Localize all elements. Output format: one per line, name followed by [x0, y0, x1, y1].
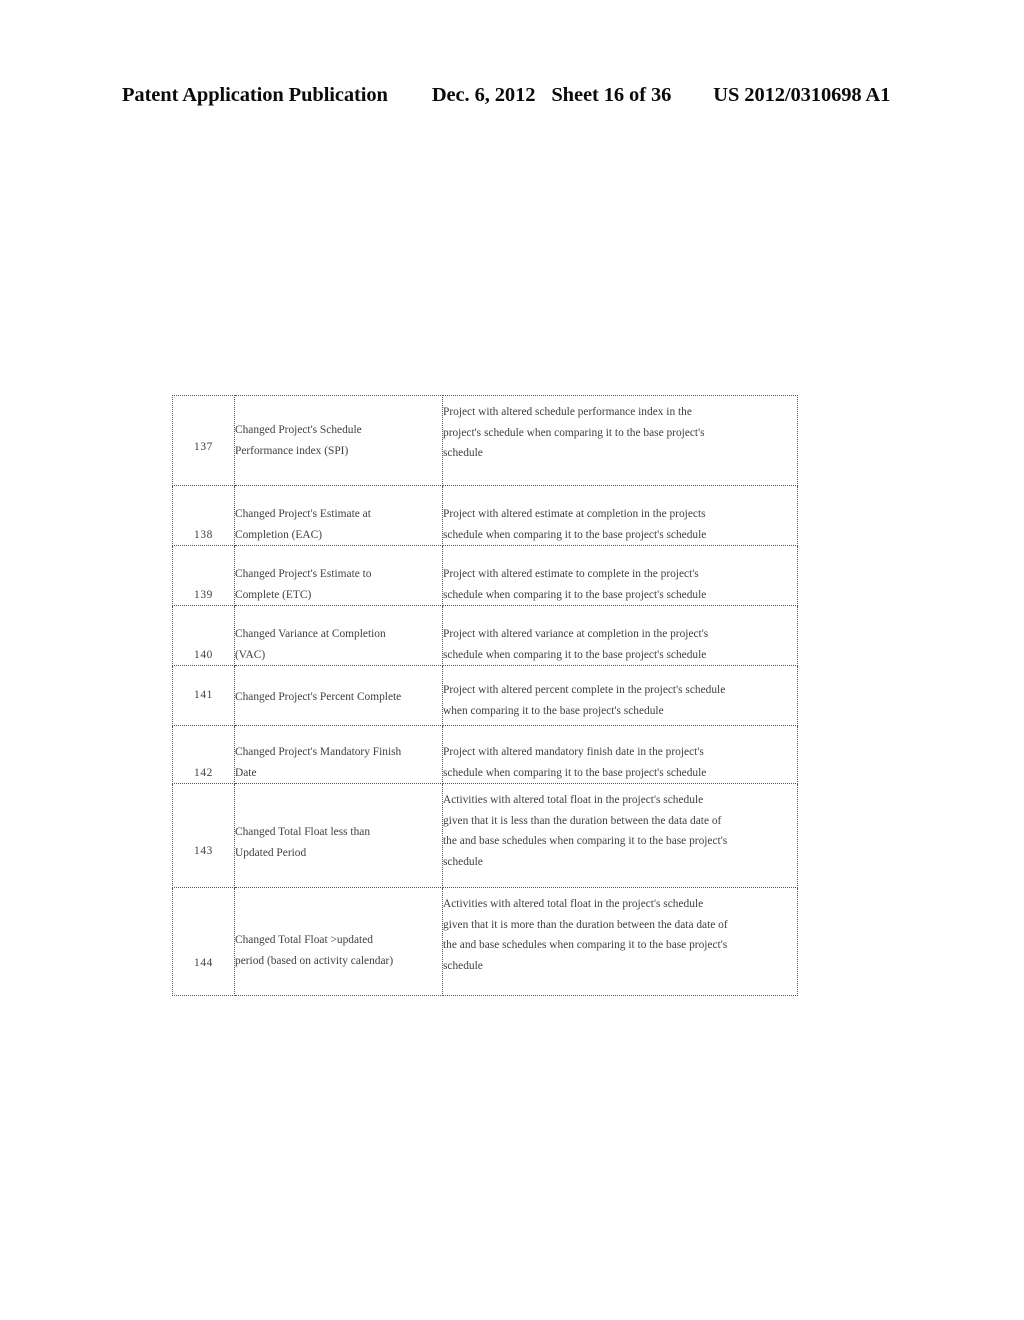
- table-row: 139 Changed Project's Estimate to Comple…: [172, 545, 798, 606]
- row-description-line: given that it is less than the duration …: [443, 814, 722, 827]
- row-name-cell: Changed Project's Percent Complete: [234, 665, 443, 726]
- row-name-line: Performance index (SPI): [235, 444, 349, 457]
- row-description-line: Project with altered variance at complet…: [443, 628, 709, 640]
- row-name-cell: Changed Total Float >updated period (bas…: [234, 887, 443, 996]
- row-name-cell: Changed Total Float less than Updated Pe…: [234, 783, 443, 888]
- table-row: 142 Changed Project's Mandatory Finish D…: [172, 725, 798, 784]
- row-name-cell: Changed Project's Mandatory Finish Date: [234, 725, 443, 784]
- row-number-cell: 142: [172, 725, 235, 784]
- row-description-cell: Project with altered estimate to complet…: [442, 545, 798, 606]
- row-name-line: Changed Project's Percent Complete: [235, 690, 402, 703]
- row-name-line: Changed Project's Estimate to: [235, 568, 372, 580]
- row-name-line: (VAC): [235, 648, 266, 661]
- row-description-line: schedule when comparing it to the base p…: [443, 766, 707, 779]
- row-name-line: Changed Project's Schedule: [235, 424, 362, 436]
- row-name-line: Changed Project's Mandatory Finish: [235, 746, 402, 758]
- row-description-line: Activities with altered total float in t…: [443, 794, 704, 806]
- row-description-cell: Project with altered mandatory finish da…: [442, 725, 798, 784]
- row-description-line: the and base schedules when comparing it…: [443, 939, 728, 951]
- definitions-table: 137 Changed Project's Schedule Performan…: [172, 395, 798, 996]
- publication-date: Dec. 6, 2012: [431, 84, 536, 106]
- row-name-line: Changed Project's Estimate at: [235, 508, 371, 520]
- row-number-cell: 138: [172, 485, 235, 546]
- row-name-line: Completion (EAC): [235, 528, 323, 541]
- row-description-cell: Activities with altered total float in t…: [442, 783, 798, 888]
- row-name-line: Changed Total Float less than: [235, 826, 371, 838]
- row-description-line: schedule when comparing it to the base p…: [443, 648, 707, 661]
- figure-table-container: 137 Changed Project's Schedule Performan…: [172, 395, 798, 996]
- row-description-line: Activities with altered total float in t…: [443, 898, 704, 910]
- row-description-line: schedule: [443, 447, 483, 459]
- row-name-line: Updated Period: [235, 846, 307, 859]
- table-row: 143 Changed Total Float less than Update…: [172, 783, 798, 888]
- row-name-cell: Changed Project's Estimate to Complete (…: [234, 545, 443, 606]
- page-running-header: Patent Application Publication Dec. 6, 2…: [122, 84, 908, 107]
- row-description-line: Project with altered percent complete in…: [443, 684, 726, 696]
- sheet-number: Sheet 16 of 36: [551, 84, 672, 106]
- row-name-line: Changed Variance at Completion: [235, 628, 386, 640]
- table-row: 138 Changed Project's Estimate at Comple…: [172, 485, 798, 546]
- row-name-line: Complete (ETC): [235, 588, 312, 601]
- row-description-line: Project with altered schedule performanc…: [443, 406, 692, 418]
- row-number-cell: 143: [172, 783, 235, 888]
- row-number-cell: 139: [172, 545, 235, 606]
- row-name-line: Date: [235, 766, 257, 779]
- row-description-cell: Project with altered percent complete in…: [442, 665, 798, 726]
- table-row: 140 Changed Variance at Completion (VAC)…: [172, 605, 798, 666]
- row-description-cell: Project with altered estimate at complet…: [442, 485, 798, 546]
- row-description-line: project's schedule when comparing it to …: [443, 426, 705, 439]
- row-description-line: schedule: [443, 855, 483, 868]
- row-number-cell: 141: [172, 665, 235, 726]
- row-description-line: given that it is more than the duration …: [443, 918, 728, 931]
- table-row: 144 Changed Total Float >updated period …: [172, 887, 798, 996]
- row-description-line: when comparing it to the base project's …: [443, 704, 664, 717]
- row-name-line: Changed Total Float >updated: [235, 934, 373, 946]
- row-number-cell: 140: [172, 605, 235, 666]
- row-number-cell: 144: [172, 887, 235, 996]
- row-name-cell: Changed Project's Estimate at Completion…: [234, 485, 443, 546]
- row-number-cell: 137: [172, 395, 235, 486]
- table-row: 137 Changed Project's Schedule Performan…: [172, 395, 798, 486]
- row-description-line: Project with altered estimate at complet…: [443, 508, 706, 520]
- row-description-line: schedule: [443, 959, 483, 972]
- row-name-cell: Changed Project's Schedule Performance i…: [234, 395, 443, 486]
- row-description-line: schedule when comparing it to the base p…: [443, 588, 707, 601]
- row-description-line: schedule when comparing it to the base p…: [443, 528, 707, 541]
- table-body: 137 Changed Project's Schedule Performan…: [172, 395, 798, 996]
- row-description-cell: Activities with altered total float in t…: [442, 887, 798, 996]
- row-description-line: Project with altered estimate to complet…: [443, 568, 699, 580]
- row-name-line: period (based on activity calendar): [235, 954, 394, 967]
- patent-number: US 2012/0310698 A1: [713, 84, 891, 106]
- table-row: 141 Changed Project's Percent Complete P…: [172, 665, 798, 726]
- row-description-cell: Project with altered schedule performanc…: [442, 395, 798, 486]
- row-name-cell: Changed Variance at Completion (VAC): [234, 605, 443, 666]
- row-description-cell: Project with altered variance at complet…: [442, 605, 798, 666]
- publication-label: Patent Application Publication: [122, 84, 388, 106]
- row-description-line: the and base schedules when comparing it…: [443, 835, 728, 847]
- row-description-line: Project with altered mandatory finish da…: [443, 746, 704, 758]
